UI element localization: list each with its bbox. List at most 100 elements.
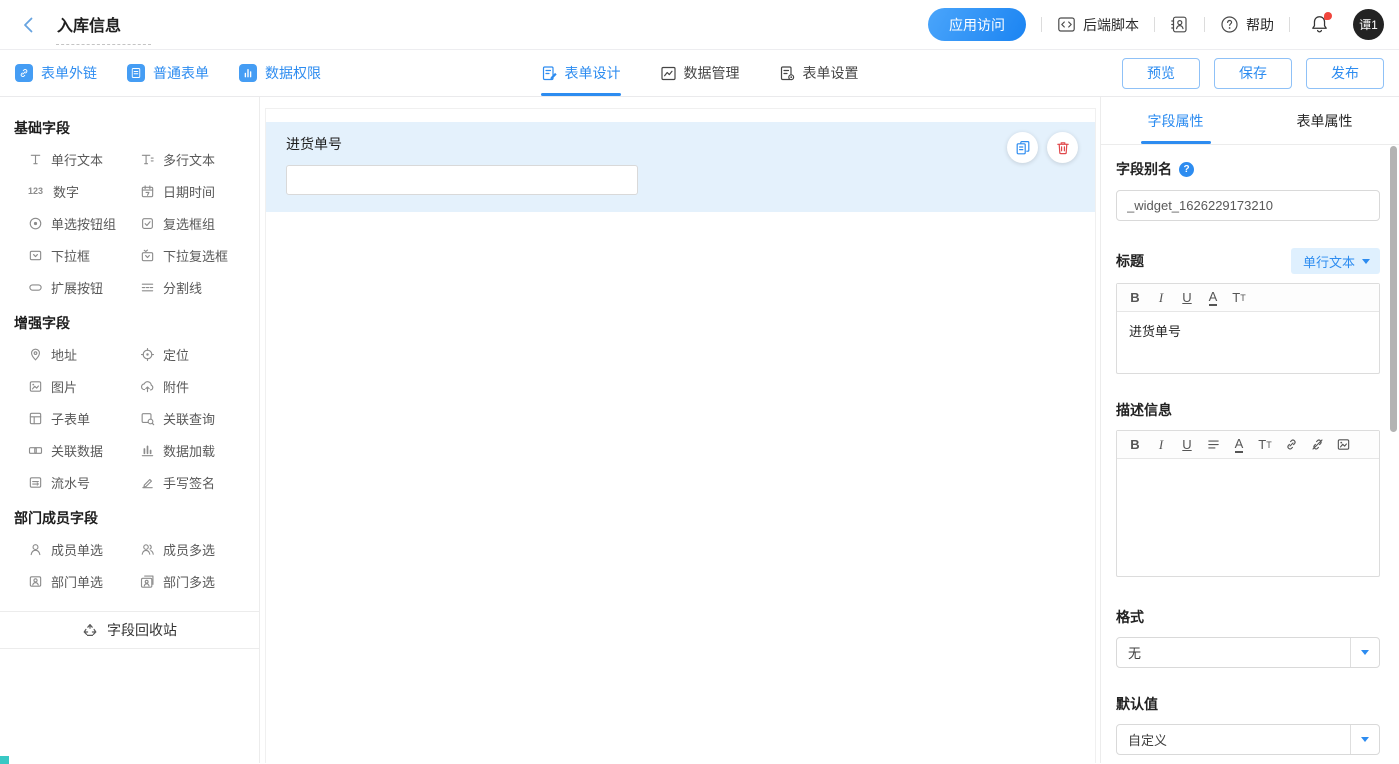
app-access-button[interactable]: 应用访问 [928, 8, 1026, 41]
main-area: 基础字段 单行文本 多行文本 123数字 日期时间 单选按钮组 复选框组 下拉框… [0, 97, 1399, 763]
insert-link-button[interactable] [1278, 433, 1304, 457]
palette-item-subform[interactable]: 子表单 [28, 402, 140, 434]
panel-scrollbar[interactable] [1390, 146, 1397, 432]
tab-form-properties[interactable]: 表单属性 [1250, 97, 1399, 144]
palette-item-related-data[interactable]: 关联数据 [28, 434, 140, 466]
form-canvas[interactable]: 进货单号 [260, 97, 1100, 763]
cloud-upload-icon [140, 379, 155, 394]
palette-item-dept-multi[interactable]: 部门多选 [140, 565, 252, 597]
font-size-button[interactable]: TT [1252, 433, 1278, 457]
palette-item-number[interactable]: 123数字 [28, 175, 140, 207]
palette-item-label: 流水号 [51, 473, 90, 492]
title-editor-toolbar: B I U A TT [1117, 284, 1379, 312]
palette-item-dropdown[interactable]: 下拉框 [28, 239, 140, 271]
divider [1041, 17, 1042, 32]
italic-button[interactable]: I [1148, 286, 1174, 310]
divider-icon [140, 280, 155, 295]
underline-button[interactable]: U [1174, 433, 1200, 457]
tab-form-settings[interactable]: 表单设置 [779, 50, 859, 96]
palette-item-location[interactable]: 定位 [140, 338, 252, 370]
header-actions: 应用访问 后端脚本 帮助 谭1 [928, 8, 1384, 41]
form-sheet: 进货单号 [265, 108, 1096, 763]
default-value-select[interactable]: 自定义 [1116, 724, 1380, 755]
palette-item-image[interactable]: 图片 [28, 370, 140, 402]
help-label: 帮助 [1246, 15, 1274, 35]
bold-button[interactable]: B [1122, 433, 1148, 457]
line-height-button[interactable] [1200, 433, 1226, 457]
tab-data-manage[interactable]: 数据管理 [660, 50, 740, 96]
notifications-button[interactable] [1309, 14, 1330, 35]
palette-item-multi-line-text[interactable]: 多行文本 [140, 143, 252, 175]
palette-item-divider[interactable]: 分割线 [140, 271, 252, 303]
document-icon [127, 64, 145, 82]
format-label: 格式 [1116, 607, 1380, 628]
code-icon [1057, 15, 1076, 34]
palette-item-label: 子表单 [51, 409, 90, 428]
italic-button[interactable]: I [1148, 433, 1174, 457]
palette-item-member-single[interactable]: 成员单选 [28, 533, 140, 565]
save-button[interactable]: 保存 [1214, 58, 1292, 89]
palette-item-dept-single[interactable]: 部门单选 [28, 565, 140, 597]
insert-image-button[interactable] [1330, 433, 1356, 457]
title-editor-content[interactable]: 进货单号 [1117, 312, 1379, 373]
palette-item-radio-group[interactable]: 单选按钮组 [28, 207, 140, 239]
underline-button[interactable]: U [1174, 286, 1200, 310]
widget-type-dropdown[interactable]: 单行文本 [1291, 248, 1380, 274]
chevron-down-icon [1361, 737, 1369, 742]
palette-item-serial-number[interactable]: 流水号 [28, 466, 140, 498]
description-editor-content[interactable] [1117, 459, 1379, 576]
publish-button[interactable]: 发布 [1306, 58, 1384, 89]
palette-section-title: 部门成员字段 [14, 508, 259, 528]
font-color-button[interactable]: A [1200, 286, 1226, 310]
back-button[interactable] [18, 14, 40, 36]
preview-button[interactable]: 预览 [1122, 58, 1200, 89]
copy-icon [1015, 140, 1031, 156]
palette-item-attachment[interactable]: 附件 [140, 370, 252, 402]
palette-item-label: 成员多选 [163, 540, 215, 559]
palette-item-datetime[interactable]: 日期时间 [140, 175, 252, 207]
palette-item-extend-button[interactable]: 扩展按钮 [28, 271, 140, 303]
palette-item-label: 部门多选 [163, 572, 215, 591]
widget-label: 进货单号 [286, 134, 1075, 154]
bold-button[interactable]: B [1122, 286, 1148, 310]
font-size-button[interactable]: TT [1226, 286, 1252, 310]
contacts-button[interactable] [1170, 15, 1189, 34]
tab-form-external-link[interactable]: 表单外链 [15, 63, 97, 83]
tab-label: 普通表单 [153, 63, 209, 83]
format-select[interactable]: 无 [1116, 637, 1380, 668]
delete-widget-button[interactable] [1047, 132, 1078, 163]
pill-button-icon [28, 280, 43, 295]
palette-item-signature[interactable]: 手写签名 [140, 466, 252, 498]
widget-input[interactable] [286, 165, 638, 195]
selected-widget[interactable]: 进货单号 [266, 122, 1095, 212]
palette-item-single-line-text[interactable]: 单行文本 [28, 143, 140, 175]
tab-normal-form[interactable]: 普通表单 [127, 63, 209, 83]
palette-item-related-query[interactable]: 关联查询 [140, 402, 252, 434]
backend-script-button[interactable]: 后端脚本 [1057, 15, 1139, 35]
image-icon [28, 379, 43, 394]
linked-cards-icon [28, 443, 43, 458]
field-alias-input[interactable] [1116, 190, 1380, 221]
tab-field-properties[interactable]: 字段属性 [1101, 97, 1250, 144]
palette-item-multi-dropdown[interactable]: 下拉复选框 [140, 239, 252, 271]
field-recycle-bin[interactable]: 字段回收站 [0, 611, 259, 649]
font-color-button[interactable]: A [1226, 433, 1252, 457]
palette-item-checkbox-group[interactable]: 复选框组 [140, 207, 252, 239]
trash-icon [1055, 140, 1071, 156]
help-button[interactable]: 帮助 [1220, 15, 1274, 35]
tab-label: 数据权限 [265, 63, 321, 83]
help-icon[interactable]: ? [1179, 162, 1194, 177]
palette-item-data-load[interactable]: 数据加载 [140, 434, 252, 466]
field-palette: 基础字段 单行文本 多行文本 123数字 日期时间 单选按钮组 复选框组 下拉框… [0, 97, 260, 763]
tab-form-design[interactable]: 表单设计 [541, 50, 621, 96]
calendar-icon [140, 184, 155, 199]
form-title[interactable]: 入库信息 [56, 9, 151, 45]
radio-icon [28, 216, 43, 231]
tab-data-permission[interactable]: 数据权限 [239, 63, 321, 83]
palette-item-address[interactable]: 地址 [28, 338, 140, 370]
user-avatar[interactable]: 谭1 [1353, 9, 1384, 40]
remove-link-button[interactable] [1304, 433, 1330, 457]
copy-widget-button[interactable] [1007, 132, 1038, 163]
palette-item-member-multi[interactable]: 成员多选 [140, 533, 252, 565]
description-editor: B I U A TT [1116, 430, 1380, 577]
